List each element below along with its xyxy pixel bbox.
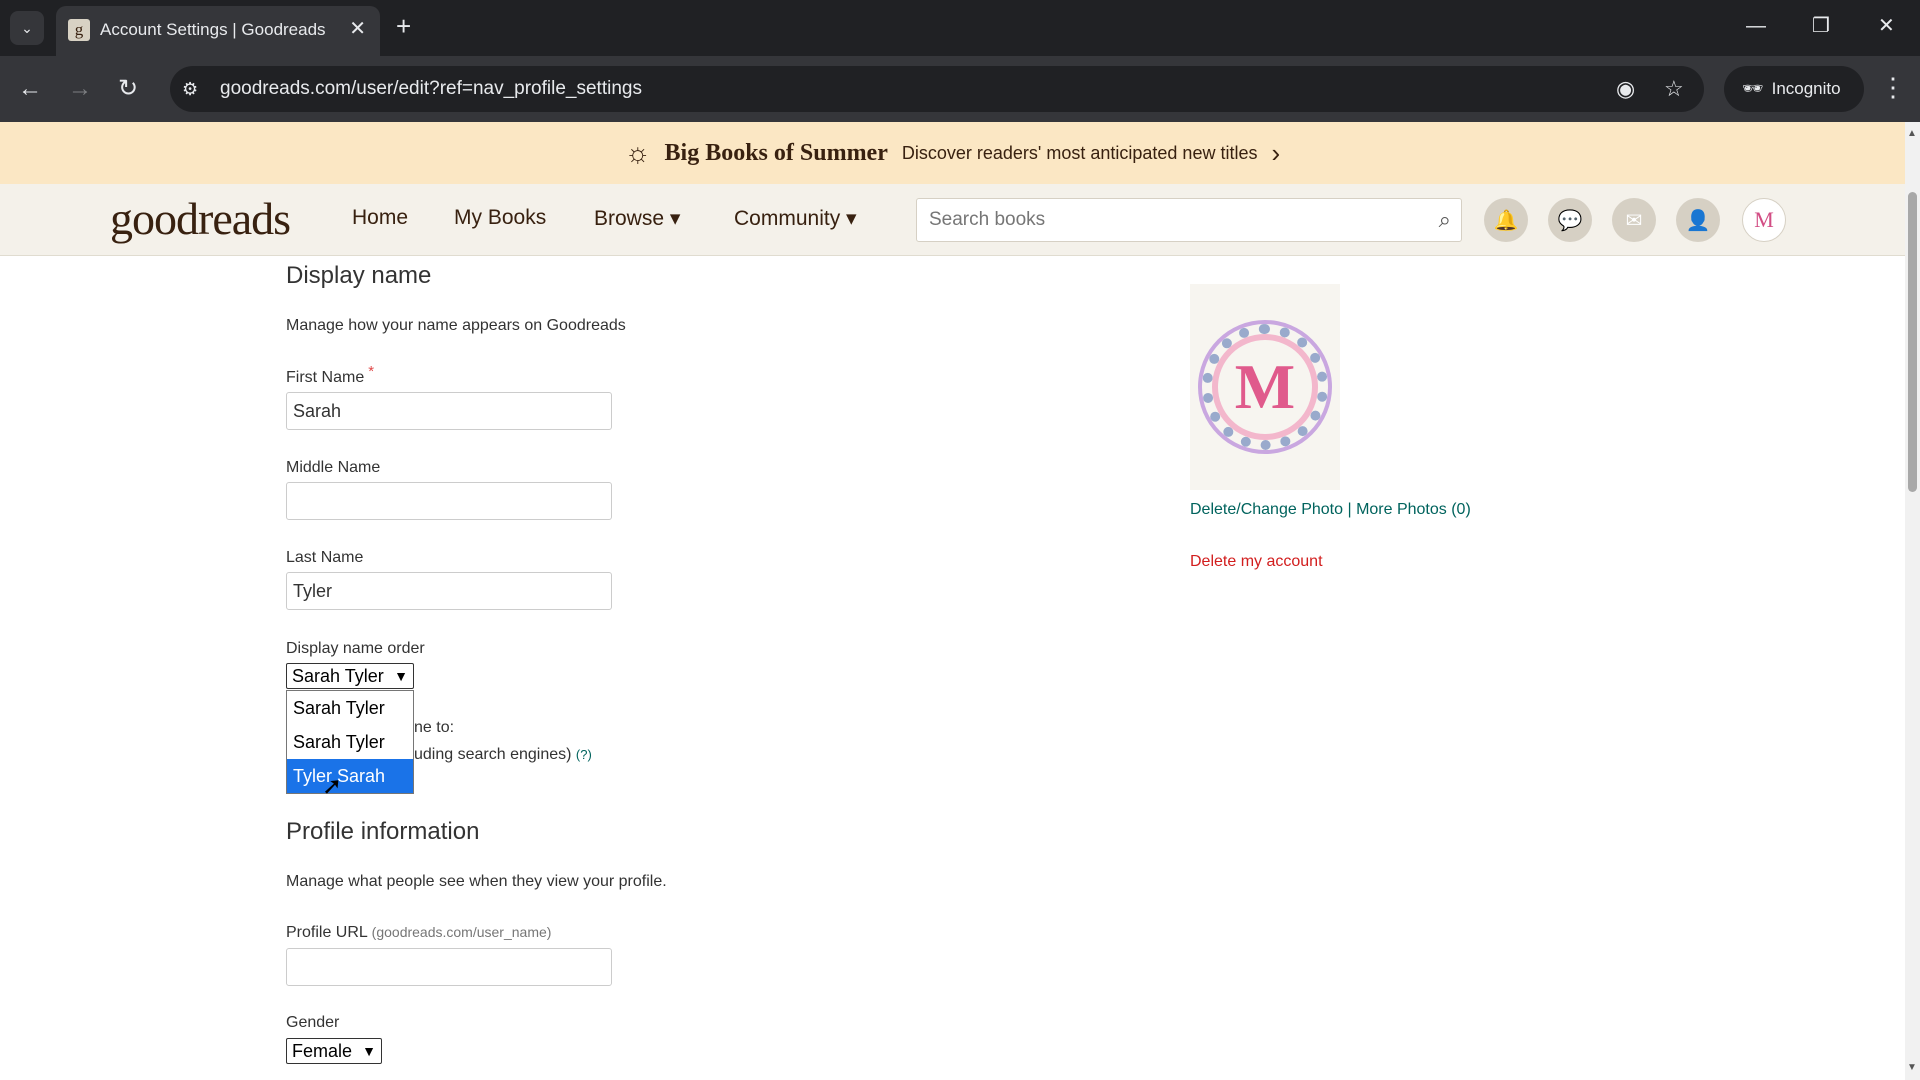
eye-off-icon[interactable]: ◉ [1616,76,1635,102]
search-box: ⌕ [916,198,1462,242]
photo-links: Delete/Change Photo | More Photos (0) [1190,501,1471,519]
discussions-icon[interactable]: 💬 [1548,198,1592,242]
promo-title: Big Books of Summer [664,139,888,166]
delete-change-photo-link[interactable]: Delete/Change Photo [1190,501,1343,518]
address-bar[interactable]: ⚙ goodreads.com/user/edit?ref=nav_profil… [170,66,1704,112]
profile-url-hint: (goodreads.com/user_name) [371,924,552,940]
display-name-title: Display name [286,262,432,289]
profile-url-label: Profile URL (goodreads.com/user_name) [286,924,552,941]
mouse-cursor-icon: ➚ [322,773,343,800]
nav-home[interactable]: Home [352,206,408,230]
order-option[interactable]: Sarah Tyler [287,725,413,759]
delete-account-link[interactable]: Delete my account [1190,553,1323,571]
goodreads-favicon-icon: g [68,19,90,41]
last-name-input[interactable] [286,572,612,610]
display-name-order-select[interactable]: Sarah Tyler ▼ [286,663,414,689]
profile-photo: M [1190,284,1340,490]
chevron-down-icon: ⌄ [21,19,33,36]
notifications-bell-icon[interactable]: 🔔 [1484,198,1528,242]
goodreads-logo[interactable]: goodreads [110,192,291,245]
help-link[interactable]: (?) [576,747,592,762]
nav-my-books[interactable]: My Books [454,206,546,230]
last-name-label: Last Name [286,549,364,566]
gender-label: Gender [286,1014,340,1031]
profile-information-description: Manage what people see when they view yo… [286,873,667,890]
forward-icon[interactable]: → [68,75,92,103]
nav-browse[interactable]: Browse ▾ [594,206,680,231]
search-engines-text-partial: uding search engines) (?) [414,746,592,763]
back-icon[interactable]: ← [18,75,42,103]
site-header: goodreads Home My Books Browse ▾ Communi… [0,184,1905,256]
new-tab-icon[interactable]: + [396,12,411,40]
site-info-icon[interactable]: ⚙ [182,77,198,101]
middle-name-input[interactable] [286,482,612,520]
scroll-up-icon[interactable]: ▲ [1907,128,1917,139]
browser-tab[interactable]: g Account Settings | Goodreads ✕ [56,6,380,56]
browser-menu-icon[interactable]: ⋮ [1880,72,1906,102]
profile-information-title: Profile information [286,818,480,845]
minimize-icon[interactable]: — [1746,14,1766,38]
incognito-icon: 🕶 [1742,79,1764,98]
reload-icon[interactable]: ↻ [118,75,138,103]
search-icon[interactable]: ⌕ [1439,207,1451,233]
order-option[interactable]: Sarah Tyler [287,691,413,725]
friends-icon[interactable]: 👤 [1676,198,1720,242]
chevron-down-icon: ▼ [394,668,408,684]
browser-tab-strip: ⌄ g Account Settings | Goodreads ✕ + — ❐… [0,0,1920,56]
display-name-order-dropdown: Sarah Tyler Sarah Tyler Tyler Sarah [286,690,414,794]
bookmark-star-icon[interactable]: ☆ [1664,76,1684,102]
more-photos-link[interactable]: More Photos (0) [1356,501,1471,518]
chevron-right-icon: › [1271,137,1281,168]
display-name-order-label: Display name order [286,640,425,657]
sun-books-icon: ☼ [624,137,651,168]
close-window-icon[interactable]: ✕ [1878,14,1895,38]
search-input[interactable] [917,199,1397,241]
url-text[interactable]: goodreads.com/user/edit?ref=nav_profile_… [220,78,642,100]
middle-name-label: Middle Name [286,459,381,476]
scroll-thumb[interactable] [1908,192,1917,492]
link-separator: | [1347,501,1352,518]
nav-community[interactable]: Community ▾ [734,206,857,231]
close-tab-icon[interactable]: ✕ [349,18,366,40]
tab-title: Account Settings | Goodreads [100,20,326,39]
display-name-description: Manage how your name appears on Goodread… [286,317,626,334]
page-scrollbar[interactable]: ▲ ▼ [1905,122,1920,1080]
chevron-down-icon: ▼ [362,1043,376,1059]
incognito-label: Incognito [1771,79,1841,98]
profile-url-input[interactable] [286,948,612,986]
scroll-down-icon[interactable]: ▼ [1907,1062,1917,1073]
visibility-text-partial: ne to: [414,719,455,736]
first-name-label: First Name * [286,363,375,386]
gender-select[interactable]: Female ▼ [286,1038,382,1064]
restore-icon[interactable]: ❐ [1812,14,1830,38]
incognito-indicator[interactable]: 🕶 Incognito [1724,66,1864,112]
display-name-order-value: Sarah Tyler [292,666,384,686]
first-name-input[interactable] [286,392,612,430]
gender-value: Female [292,1041,353,1061]
promo-text: Discover readers' most anticipated new t… [901,142,1258,163]
order-option-highlighted[interactable]: Tyler Sarah [287,759,413,793]
browser-toolbar: ← → ↻ ⚙ goodreads.com/user/edit?ref=nav_… [0,56,1920,122]
promo-banner[interactable]: ☼ Big Books of Summer Discover readers' … [0,122,1905,184]
required-mark: * [368,363,375,380]
messages-mail-icon[interactable]: ✉ [1612,198,1656,242]
tab-search-button[interactable]: ⌄ [10,11,44,45]
account-settings-content: Display name Manage how your name appear… [0,256,1905,1080]
floral-monogram-image: M [1202,324,1328,450]
profile-avatar[interactable]: M [1742,198,1786,242]
